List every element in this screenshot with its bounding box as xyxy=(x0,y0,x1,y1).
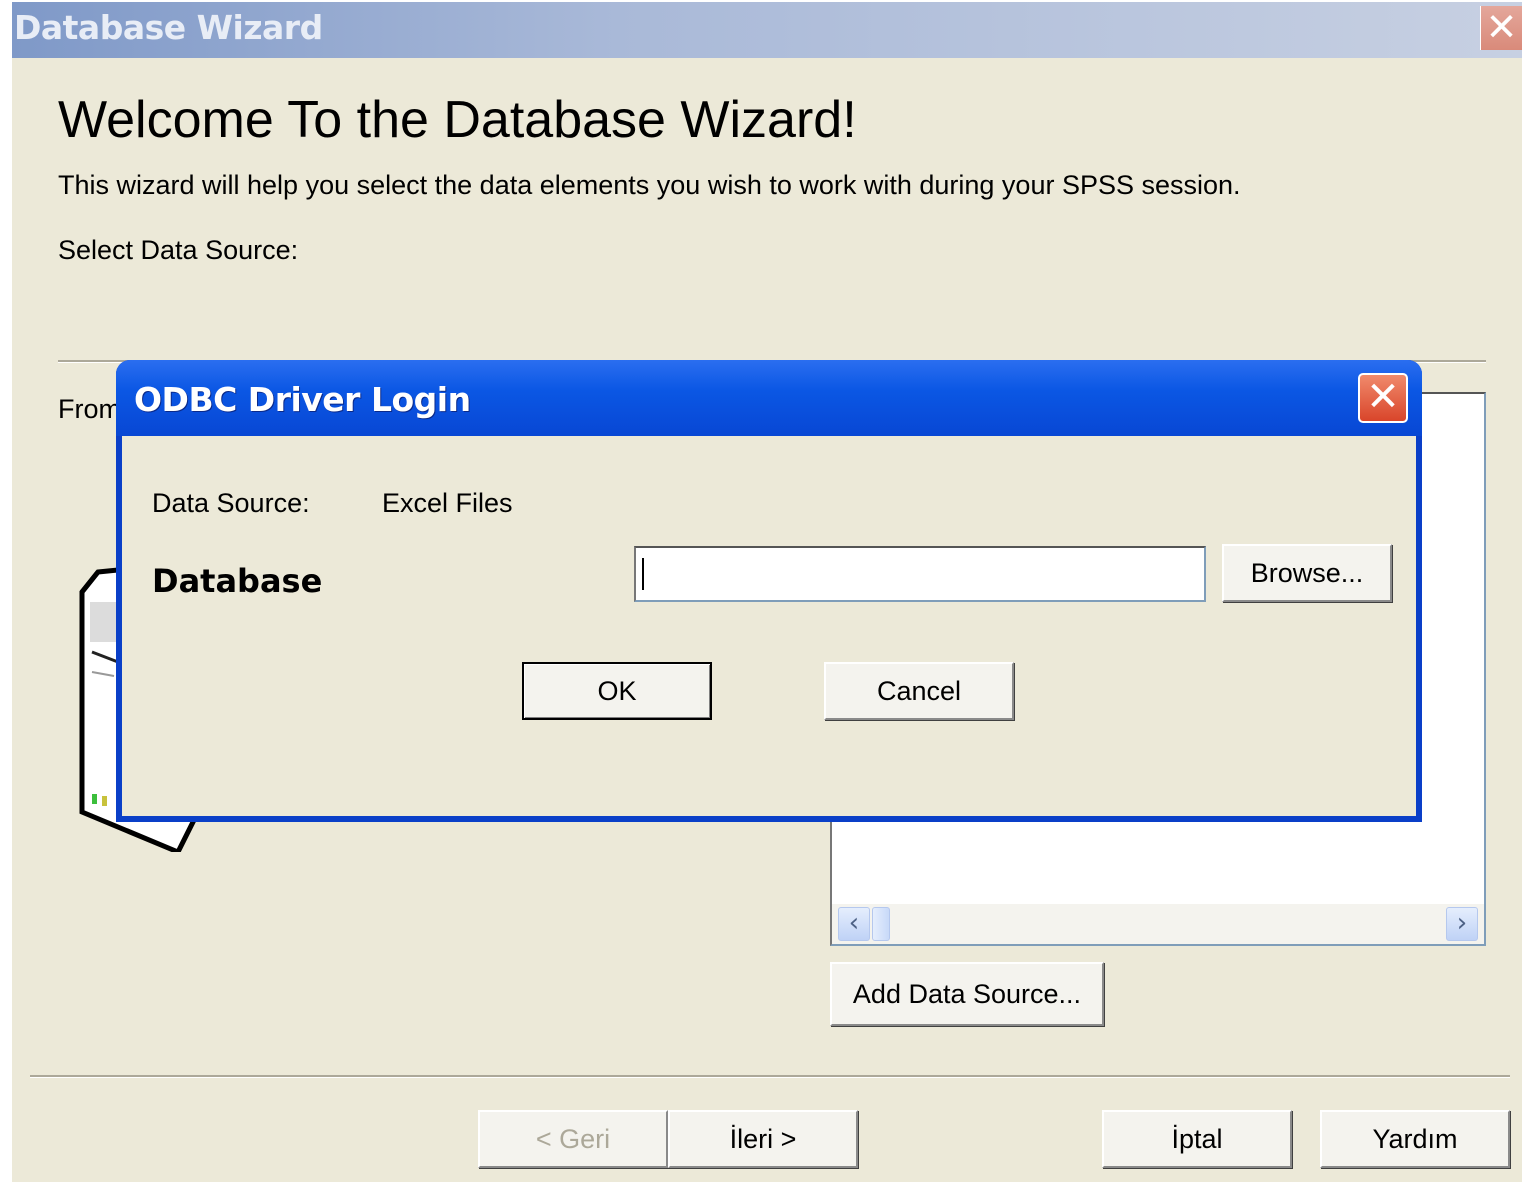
wizard-titlebar[interactable]: Database Wizard ✕ xyxy=(12,2,1522,58)
divider xyxy=(30,1075,1510,1078)
scroll-left-button[interactable]: ‹ xyxy=(838,907,870,941)
dialog-body: Data Source: Excel Files Database Browse… xyxy=(122,436,1416,816)
scroll-right-arrow-icon: › xyxy=(1456,908,1468,938)
page-title: Welcome To the Database Wizard! xyxy=(58,91,857,149)
browse-button[interactable]: Browse... xyxy=(1222,544,1392,602)
odbc-driver-login-dialog: ODBC Driver Login ✕ Data Source: Excel F… xyxy=(116,360,1422,822)
wizard-close-button[interactable]: ✕ xyxy=(1480,6,1522,50)
help-button[interactable]: Yardım xyxy=(1320,1110,1510,1168)
add-data-source-button[interactable]: Add Data Source... xyxy=(830,962,1104,1026)
horizontal-scrollbar[interactable]: ‹ › xyxy=(832,904,1484,944)
scroll-right-button[interactable]: › xyxy=(1446,907,1478,941)
next-button[interactable]: İleri > xyxy=(668,1110,858,1168)
from-label: From xyxy=(58,394,121,424)
data-source-value: Excel Files xyxy=(382,488,513,518)
scroll-left-arrow-icon: ‹ xyxy=(848,908,860,938)
close-icon: ✕ xyxy=(1366,374,1400,420)
database-label: Database xyxy=(152,562,323,600)
cancel-button[interactable]: İptal xyxy=(1102,1110,1292,1168)
dialog-title: ODBC Driver Login xyxy=(134,380,471,419)
scrollbar-thumb[interactable] xyxy=(872,907,890,941)
database-input[interactable] xyxy=(634,546,1206,602)
back-button[interactable]: < Geri xyxy=(478,1110,668,1168)
dialog-titlebar[interactable]: ODBC Driver Login ✕ xyxy=(116,360,1422,436)
text-caret xyxy=(642,558,644,590)
wizard-title: Database Wizard xyxy=(14,8,323,47)
dialog-cancel-button[interactable]: Cancel xyxy=(824,662,1014,720)
ok-button[interactable]: OK xyxy=(522,662,712,720)
data-source-label: Data Source: xyxy=(152,488,310,518)
select-data-source-label: Select Data Source: xyxy=(58,235,299,265)
close-icon: ✕ xyxy=(1485,5,1518,49)
wizard-description: This wizard will help you select the dat… xyxy=(58,170,1241,200)
dialog-close-button[interactable]: ✕ xyxy=(1358,373,1408,423)
